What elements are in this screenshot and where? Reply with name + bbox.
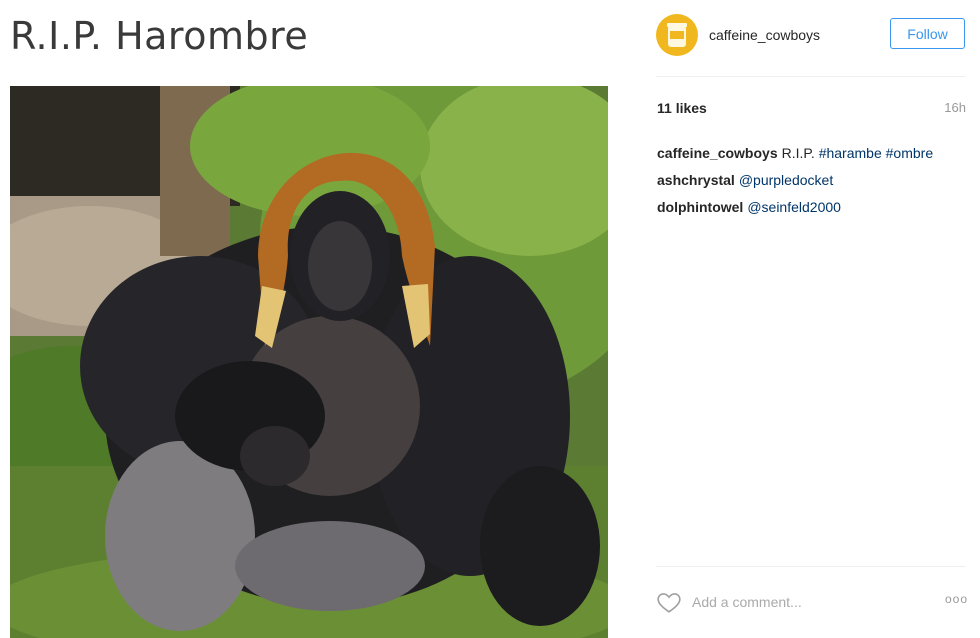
username[interactable]: caffeine_cowboys bbox=[709, 27, 820, 43]
list-item: ashchrystal @purpledocket bbox=[657, 167, 977, 194]
comment-author[interactable]: dolphintowel bbox=[657, 199, 743, 215]
likes-count[interactable]: 11 likes bbox=[657, 100, 707, 116]
comment-mention[interactable]: @purpledocket bbox=[739, 172, 833, 188]
post-sidebar: caffeine_cowboys Follow 11 likes 16h caf… bbox=[638, 0, 980, 638]
footer-divider bbox=[656, 566, 966, 567]
post-title: R.I.P. Harombre bbox=[10, 14, 309, 58]
avatar[interactable] bbox=[656, 14, 698, 56]
post-header: caffeine_cowboys Follow bbox=[656, 14, 968, 58]
add-comment-input[interactable] bbox=[692, 591, 882, 613]
gorilla-photo bbox=[10, 86, 608, 638]
heart-outline-icon[interactable] bbox=[656, 589, 682, 615]
comment-author[interactable]: ashchrystal bbox=[657, 172, 735, 188]
header-divider bbox=[656, 76, 966, 77]
list-item: caffeine_cowboys R.I.P. #harambe #ombre bbox=[657, 140, 977, 167]
comment-text: R.I.P. bbox=[781, 145, 815, 161]
comment-footer: ooo bbox=[656, 588, 968, 618]
post-photo[interactable] bbox=[10, 86, 608, 638]
comments-list: caffeine_cowboys R.I.P. #harambe #ombre a… bbox=[657, 140, 977, 221]
coffee-cup-icon bbox=[667, 23, 687, 47]
more-options-icon[interactable]: ooo bbox=[945, 592, 968, 606]
comment-mention[interactable]: @seinfeld2000 bbox=[747, 199, 841, 215]
list-item: dolphintowel @seinfeld2000 bbox=[657, 194, 977, 221]
comment-author[interactable]: caffeine_cowboys bbox=[657, 145, 778, 161]
follow-button[interactable]: Follow bbox=[890, 18, 965, 49]
post-timestamp: 16h bbox=[944, 100, 966, 115]
comment-hashtags[interactable]: #harambe #ombre bbox=[819, 145, 933, 161]
